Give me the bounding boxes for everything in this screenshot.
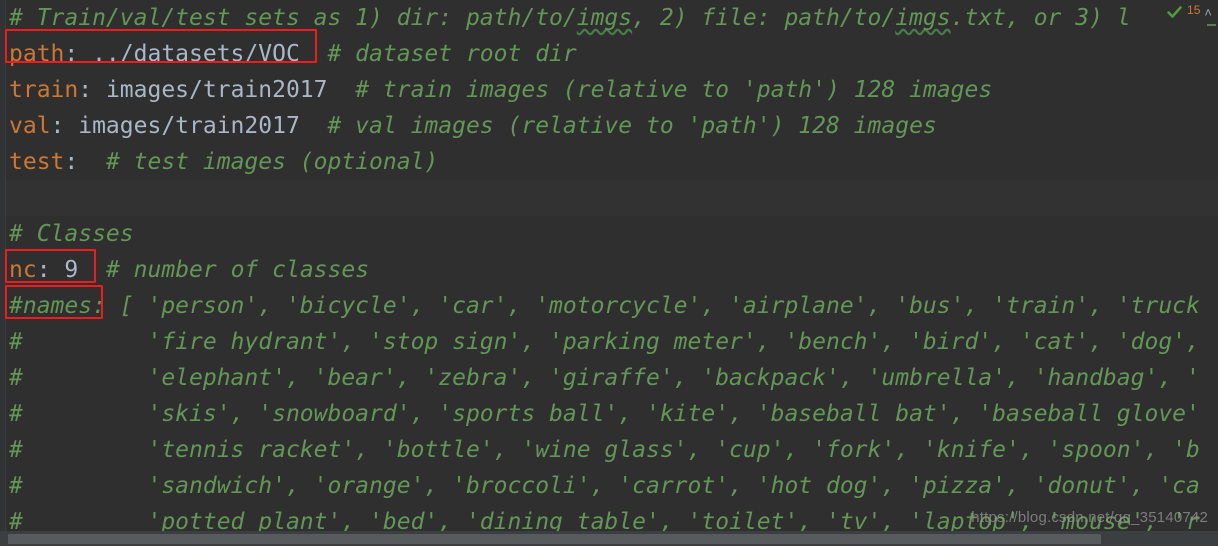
chevron-up-icon[interactable]: ˄ — [1204, 6, 1212, 19]
code-line[interactable]: nc: 9 # number of classes — [0, 252, 1218, 288]
code-token: : ../datasets/VOC — [64, 41, 300, 67]
code-token: # test images (optional) — [92, 149, 439, 175]
code-token: # 'sandwich', 'orange', 'broccoli', 'car… — [9, 473, 1200, 499]
green-check-icon — [1166, 4, 1183, 21]
code-token: # dataset root dir — [299, 41, 577, 67]
code-line[interactable]: # Train/val/test sets as 1) dir: path/to… — [0, 0, 1218, 36]
code-token: # Classes — [9, 221, 134, 247]
editor-gutter — [0, 0, 6, 546]
code-token: # number of classes — [78, 257, 370, 283]
code-token: nc — [9, 257, 37, 283]
code-line[interactable] — [0, 180, 1218, 216]
code-token: val — [9, 113, 51, 139]
code-line[interactable]: # Classes — [0, 216, 1218, 252]
code-line[interactable]: path: ../datasets/VOC # dataset root dir — [0, 36, 1218, 72]
code-token: # 'elephant', 'bear', 'zebra', 'giraffe'… — [9, 365, 1200, 391]
csdn-watermark: https://blog.csdn.net/qq_35140742 — [971, 509, 1208, 526]
code-line[interactable]: #names: [ 'person', 'bicycle', 'car', 'm… — [0, 288, 1218, 324]
code-line[interactable]: # 'elephant', 'bear', 'zebra', 'giraffe'… — [0, 360, 1218, 396]
editor-window: # Train/val/test sets as 1) dir: path/to… — [0, 0, 1218, 546]
code-token: # 'fire hydrant', 'stop sign', 'parking … — [9, 329, 1200, 355]
code-token: : — [64, 149, 93, 175]
code-token: imgs — [895, 5, 951, 31]
code-token: path — [9, 41, 65, 67]
code-token: .txt, or 3) l — [950, 5, 1131, 31]
code-line[interactable]: # 'tennis racket', 'bottle', 'wine glass… — [0, 432, 1218, 468]
code-line[interactable]: # 'fire hydrant', 'stop sign', 'parking … — [0, 324, 1218, 360]
error-stripe-mark[interactable] — [1207, 24, 1216, 26]
code-token: imgs — [576, 5, 633, 31]
code-token: train — [9, 77, 79, 103]
code-token: : — [36, 257, 65, 283]
code-token: # 'skis', 'snowboard', 'sports ball', 'k… — [9, 401, 1200, 427]
inspection-widget[interactable]: 15 ˄ — [1166, 1, 1212, 23]
code-token: # Train/val/test sets as 1) dir: path/to… — [9, 5, 577, 31]
code-token: # val images (relative to 'path') 128 im… — [299, 113, 937, 139]
horizontal-scrollbar-thumb[interactable] — [8, 534, 1101, 544]
code-line[interactable]: train: images/train2017 # train images (… — [0, 72, 1218, 108]
code-token: #names: [ 'person', 'bicycle', 'car', 'm… — [9, 293, 1200, 319]
inspection-count: 15 — [1187, 2, 1201, 17]
code-token: test — [9, 149, 65, 175]
code-line[interactable]: # 'sandwich', 'orange', 'broccoli', 'car… — [0, 468, 1218, 504]
code-token: , 2) file: path/to/ — [632, 5, 896, 31]
code-token: # 'tennis racket', 'bottle', 'wine glass… — [9, 437, 1200, 463]
horizontal-scrollbar-track[interactable] — [0, 531, 1218, 546]
code-token: : images/train2017 — [50, 113, 300, 139]
code-token: # train images (relative to 'path') 128 … — [327, 77, 993, 103]
code-editor-area[interactable]: # Train/val/test sets as 1) dir: path/to… — [0, 0, 1218, 531]
code-token: 9 — [64, 257, 79, 283]
code-line[interactable]: test: # test images (optional) — [0, 144, 1218, 180]
code-line[interactable]: # 'skis', 'snowboard', 'sports ball', 'k… — [0, 396, 1218, 432]
code-token: : images/train2017 — [78, 77, 328, 103]
code-line[interactable]: val: images/train2017 # val images (rela… — [0, 108, 1218, 144]
